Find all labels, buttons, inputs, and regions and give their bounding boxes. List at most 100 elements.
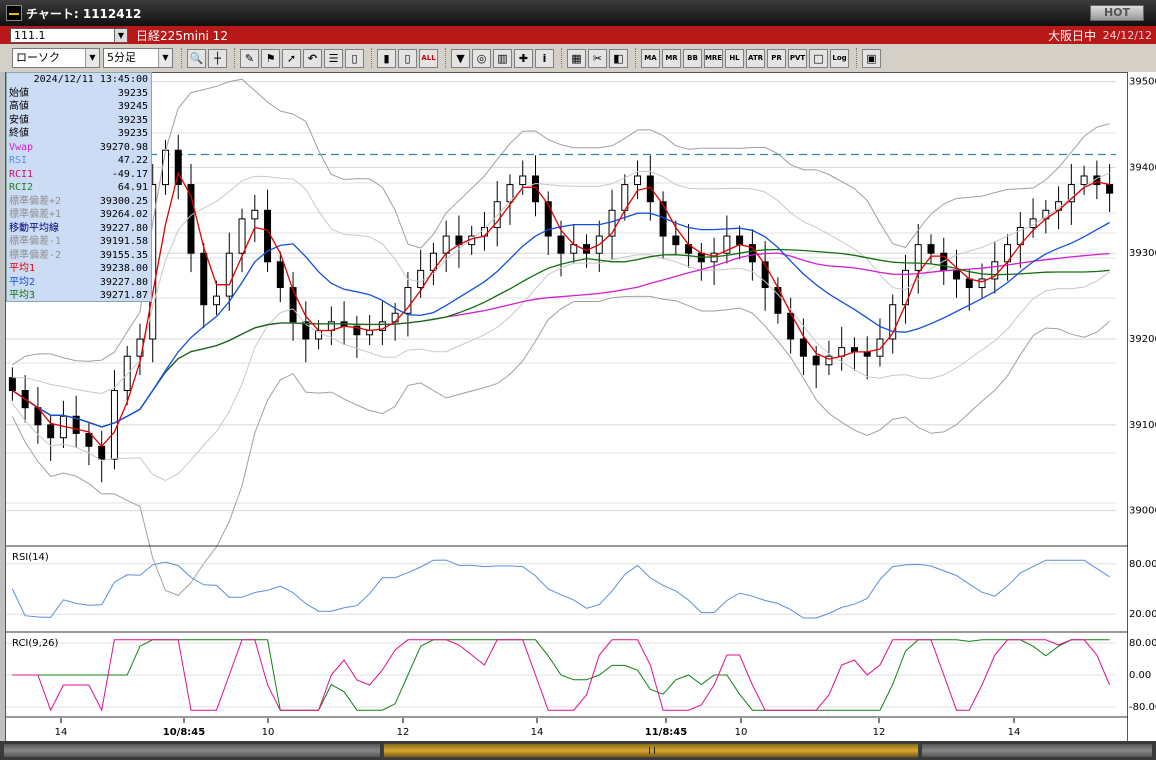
vwap-line — [12, 252, 1110, 428]
info-value: 39227.80 — [99, 276, 148, 288]
log-button[interactable]: Log — [830, 48, 849, 68]
chevron-down-icon[interactable]: ▼ — [85, 49, 99, 67]
magnifier-icon[interactable]: ◎ — [472, 48, 491, 68]
candle-body — [672, 235, 680, 246]
rsi-panel-label: RSI(14) — [12, 552, 49, 563]
price-tick-label: 39300 — [1129, 248, 1156, 259]
rsi-line — [11, 559, 1110, 619]
candle-body — [863, 351, 871, 357]
info-row: 平均3 39271.87 — [7, 289, 151, 303]
toolbar-separator — [181, 48, 182, 68]
candle-body — [417, 269, 425, 289]
info-row: 標準偏差+2 39300.25 — [7, 195, 151, 209]
notes-icon[interactable]: ☰ — [324, 48, 343, 68]
cursor-cross-icon[interactable]: ┼ — [208, 48, 227, 68]
tool-icon[interactable]: ✂ — [588, 48, 607, 68]
candle-body — [213, 295, 221, 306]
info-rows: 始値 39235 高値 39245 安値 39235 終値 39235 Vwap 39270.98… — [7, 87, 151, 303]
all-button[interactable]: ALL — [419, 48, 438, 68]
rci-tick-label: -80.00 — [1129, 702, 1156, 713]
drop-icon[interactable]: ▼ — [451, 48, 470, 68]
toolbar-separator — [371, 48, 372, 68]
rainbow-icon[interactable]: ◧ — [609, 48, 628, 68]
candle-body — [953, 269, 961, 280]
info-row: 標準偏差+1 39264.02 — [7, 208, 151, 222]
candle-body — [123, 355, 131, 392]
pin-icon[interactable]: ✚ — [514, 48, 533, 68]
info-row: RSI 47.22 — [7, 154, 151, 168]
info-row: RCI2 64.91 — [7, 181, 151, 195]
candle-body — [276, 261, 284, 289]
rci-tick-label: 80.00 — [1129, 638, 1156, 649]
save-icon[interactable]: ▣ — [862, 48, 881, 68]
candle-body — [8, 377, 16, 392]
candle-body — [1080, 175, 1088, 186]
candle-body — [1106, 184, 1114, 194]
info-row: 終値 39235 — [7, 127, 151, 141]
candle-a-icon[interactable]: ▮ — [377, 48, 396, 68]
chart-type-select[interactable]: ローソク ▼ — [12, 48, 100, 68]
symbol-code-select[interactable]: 111.1 ▼ — [10, 27, 128, 43]
info-value: 39271.87 — [99, 290, 148, 301]
hot-button[interactable]: HOT — [1090, 5, 1144, 21]
pvt-button[interactable]: PVT — [788, 48, 807, 68]
timeline-thumb[interactable] — [383, 743, 919, 758]
chevron-down-icon[interactable]: ▼ — [158, 49, 172, 67]
box-icon[interactable]: □ — [809, 48, 828, 68]
info-value: 64.91 — [117, 182, 148, 193]
interval-select[interactable]: 5分足 ▼ — [103, 48, 173, 68]
price-tick-label: 39000 — [1129, 506, 1156, 517]
timeline-right-strip — [922, 744, 1152, 757]
candle-body — [876, 338, 884, 357]
session-date: 24/12/12 — [1102, 28, 1152, 42]
undo-icon[interactable]: ↶ — [303, 48, 322, 68]
candle-body — [557, 235, 565, 254]
arrow-icon[interactable]: ➚ — [282, 48, 301, 68]
info-label: 標準偏差+1 — [9, 209, 62, 220]
window-title: チャート: 1112412 — [26, 6, 142, 21]
draw-tool-icon[interactable]: ⚑ — [261, 48, 280, 68]
palette-icon[interactable]: ▦ — [567, 48, 586, 68]
title-bar: チャート: 1112412 HOT — [0, 0, 1156, 26]
chart-app-icon — [6, 5, 22, 21]
candle-body — [442, 235, 450, 254]
time-tick-label: 10 — [262, 727, 275, 738]
time-tick-label: 10 — [735, 727, 748, 738]
chart-svg[interactable]: RSI(14) RCI(9,26) 14 10/8:45 10 12 14 11/8:45 10… — [6, 73, 1129, 746]
atr-button[interactable]: ATR — [746, 48, 765, 68]
info-label: 平均3 — [9, 290, 36, 301]
thumb-grip-icon[interactable] — [649, 747, 655, 754]
bar-icon[interactable]: ▥ — [493, 48, 512, 68]
bb-lower2-line — [11, 295, 1110, 596]
symbol-bar: 111.1 ▼ 日経225mini 12 大阪日中 24/12/12 — [0, 26, 1156, 44]
bb-button[interactable]: BB — [683, 48, 702, 68]
candle-b-icon[interactable]: ▯ — [398, 48, 417, 68]
timeline-scrollbar[interactable] — [0, 741, 1156, 760]
candle-body — [927, 244, 935, 254]
ma-button[interactable]: MA — [641, 48, 660, 68]
chart-area[interactable]: RSI(14) RCI(9,26) 14 10/8:45 10 12 14 11/8:45 10… — [5, 72, 1129, 746]
toolbar-separator — [856, 48, 857, 68]
candle-body — [799, 338, 807, 357]
time-tick-label: 14 — [531, 727, 544, 738]
info-row: 平均1 39238.00 — [7, 262, 151, 276]
trash-icon[interactable]: ▯ — [345, 48, 364, 68]
time-tick-label: 12 — [873, 727, 886, 738]
info-row: 標準偏差-1 39191.58 — [7, 235, 151, 249]
price-tick-label: 39400 — [1129, 162, 1156, 173]
toolbar-buttons: 🔍 ┼ ✎ ⚑ ➚ ↶ ☰ ▯ ▮ ▯ ALL ▼ ◎ ▥ ✚ i ▦ ✂ ◧ MA MR BB MRE HL ATR PR PVT… — [187, 48, 883, 68]
info-label: RCI1 — [9, 168, 34, 180]
mr-button[interactable]: MR — [662, 48, 681, 68]
info-row: 高値 39245 — [7, 100, 151, 114]
interval-value: 5分足 — [107, 51, 136, 64]
info-icon[interactable]: i — [535, 48, 554, 68]
info-value: 39270.98 — [99, 141, 148, 153]
pen-icon[interactable]: ✎ — [240, 48, 259, 68]
zoom-icon[interactable]: 🔍 — [187, 48, 206, 68]
hl-button[interactable]: HL — [725, 48, 744, 68]
pr-button[interactable]: PR — [767, 48, 786, 68]
chevron-down-icon[interactable]: ▼ — [114, 28, 127, 42]
info-value: 39245 — [117, 101, 148, 112]
mre-button[interactable]: MRE — [704, 48, 723, 68]
price-tick-label: 39200 — [1129, 334, 1156, 345]
